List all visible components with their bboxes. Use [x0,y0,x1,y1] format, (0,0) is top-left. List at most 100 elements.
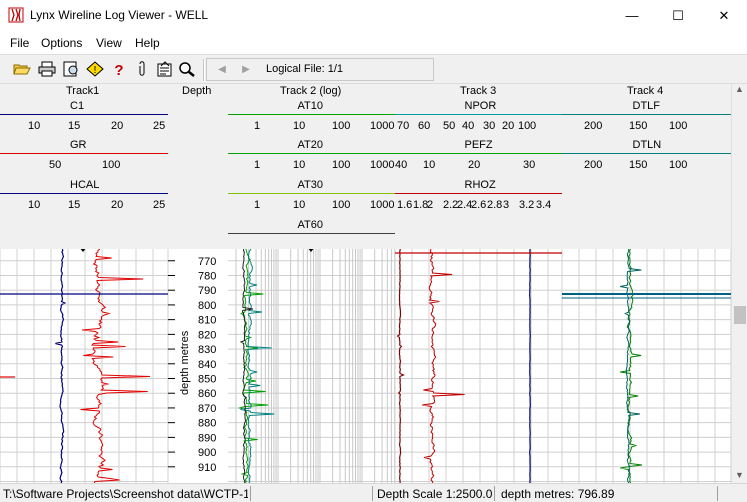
track4_curves-tick-label: 200 [584,159,603,171]
depth-tick-label: 810 [198,315,216,327]
paperclip-icon [139,61,145,76]
track3_curves-tick-label: 40 [395,159,408,171]
open-button[interactable] [12,59,32,79]
depth-axis-label: depth metres [179,330,191,395]
track2_curves-tick-label: 1 [254,159,261,171]
search-button[interactable] [177,59,197,79]
search-icon [179,62,195,77]
track1_curves-tick-label: 20 [111,199,124,211]
depth-tick-label: 840 [198,359,216,371]
report-icon [157,61,172,77]
track1-marker-icon [80,249,86,252]
log-plot-canvas[interactable]: 770 780 790 800 810 820 830 840 850 860 870 880 890 9… [0,249,731,483]
track2_curves-tick-label: 100 [332,120,351,132]
track4_curves-tick-label: 150 [629,120,648,132]
vertical-scrollbar[interactable]: ▲ ▼ [731,84,747,483]
track1-title: Track1 [66,85,100,97]
track3_curves-tick-label: 0 [530,120,537,132]
attach-button[interactable] [132,59,152,79]
app-logo-icon [8,7,24,23]
track3_curves-tick-label: 2.6 [471,199,487,211]
track1_curves-tick-label: 15 [68,199,81,211]
track2_curves-tick-label: 10 [293,120,306,132]
track4_curves-curve-name: DTLF [632,100,661,112]
log-plot-area[interactable]: 770 780 790 800 810 820 830 840 850 860 870 880 890 9… [0,249,731,483]
track4-title: Track 4 [627,85,664,97]
depth-tick-label: 770 [198,256,216,268]
next-file-button[interactable]: ▶ [236,59,256,79]
track3_curves-tick-label: 50 [443,120,456,132]
track3_curves-tick-label: 3.4 [536,199,552,211]
track3-title: Track 3 [460,85,497,97]
track4_curves-tick-label: 100 [669,159,688,171]
track1_curves-curve-name: HCAL [70,179,100,191]
menu-view[interactable]: View [96,36,122,50]
maximize-button[interactable]: ☐ [655,0,701,31]
depth-tick-label: 870 [198,403,216,415]
track2_curves-tick-label: 100 [332,159,351,171]
open-folder-icon [13,64,31,75]
depth-tick-label: 890 [198,432,216,444]
track3_curves-tick-label: 2.2 [443,199,459,211]
minimize-button[interactable]: — [609,0,655,31]
track3_curves-curve-name: RHOZ [464,179,496,191]
track2_curves-tick-label: 1 [254,199,261,211]
menu-help[interactable]: Help [135,36,160,50]
track3_curves-tick-label: 1.8 [413,199,429,211]
depth-tick-label: 830 [198,344,216,356]
status-depth-readout: depth metres: 796.89 [501,487,615,501]
status-separator [372,486,373,501]
log-header: Track1 Depth Track 2 (log) Track 3 Track… [0,84,731,249]
logical-file-label: Logical File: 1/1 [266,63,344,75]
curve-scale-line [0,114,168,115]
scroll-down-arrow-icon[interactable]: ▼ [735,470,744,480]
scroll-up-arrow-icon[interactable]: ▲ [735,84,744,94]
curve-scale-line [228,114,395,115]
curve-scale-line [0,153,168,154]
window-title: Lynx Wireline Log Viewer - WELL [30,8,209,22]
depth-tick-label: 790 [198,285,216,297]
track1_curves-tick-label: 25 [153,120,166,132]
depth-track-title: Depth [182,85,212,97]
warning-button[interactable]: ! [85,59,105,79]
maximize-icon: ☐ [672,7,684,23]
pefz-curve [529,249,531,483]
scrollbar-thumb[interactable] [734,306,746,324]
curve-scale-line [395,193,562,194]
track4_curves-tick-label: 150 [629,159,648,171]
curve-scale-line [228,153,395,154]
track1_curves-curve-name: C1 [70,100,85,112]
status-file-path: T:\Software Projects\Screenshot data\WCT… [3,487,248,501]
print-icon [38,61,56,77]
track3_curves-tick-label: 2.4 [457,199,473,211]
menu-bar: File Options View Help [0,31,747,53]
track2_curves-curve-name: AT60 [297,219,323,231]
menu-file[interactable]: File [10,36,29,50]
track3_curves-tick-label: 20 [468,159,481,171]
curve-scale-line [395,153,562,154]
track1_curves-tick-label: 25 [153,199,166,211]
svg-text:!: ! [94,65,97,76]
track3_curves-tick-label: 70 [397,120,410,132]
status-separator [250,486,251,501]
depth-tick-label: 910 [198,462,216,474]
menu-options[interactable]: Options [41,36,82,50]
curve-scale-line [228,193,395,194]
print-preview-button[interactable] [61,59,81,79]
track3_curves-tick-label: 1.6 [397,199,413,211]
track3_curves-curve-name: NPOR [464,100,497,112]
track3_curves-tick-label: 10 [518,120,531,132]
minimize-icon: — [625,8,639,23]
track3_curves-tick-label: 10 [423,159,436,171]
help-button[interactable]: ? [109,59,129,79]
print-button[interactable] [37,59,57,79]
close-button[interactable]: ✕ [701,0,747,31]
previous-file-button[interactable]: ◀ [212,59,232,79]
report-button[interactable] [155,59,175,79]
track1_curves-tick-label: 20 [111,120,124,132]
svg-text:?: ? [114,62,123,77]
print-preview-icon [63,61,78,77]
track1_curves-tick-label: 15 [68,120,81,132]
track3_curves-tick-label: 3 [503,199,510,211]
track2_curves-tick-label: 1000 [370,159,395,171]
